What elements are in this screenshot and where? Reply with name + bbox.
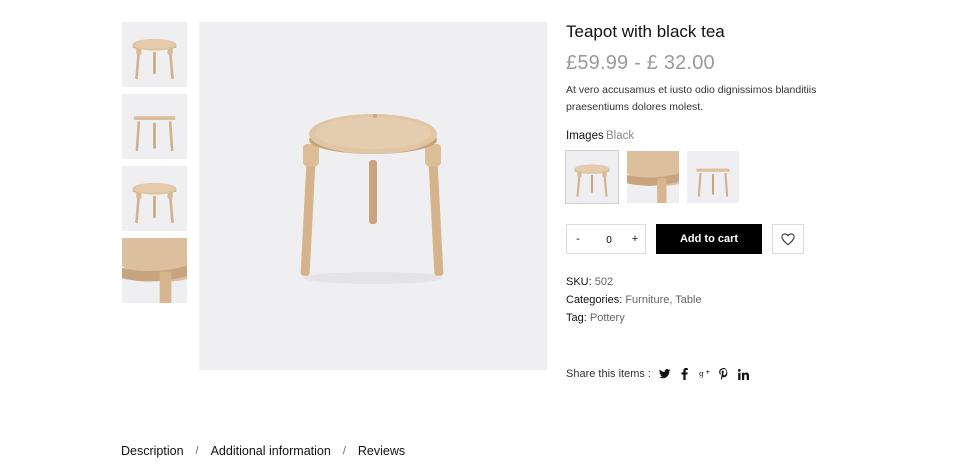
product-main-image[interactable]	[199, 22, 547, 370]
quantity-stepper: - +	[566, 224, 646, 254]
twitter-icon[interactable]	[657, 366, 673, 382]
image-swatch-3[interactable]	[687, 151, 739, 203]
product-price: £59.99 - £ 32.00	[566, 52, 715, 74]
thumbnail-1[interactable]	[122, 22, 187, 87]
tag-link-pottery[interactable]: Pottery	[590, 312, 625, 324]
product-title: Teapot with black tea	[566, 22, 725, 41]
image-swatch-2[interactable]	[627, 151, 679, 203]
heart-icon	[781, 232, 795, 245]
quantity-decrease-button[interactable]: -	[567, 225, 589, 253]
category-link-table[interactable]: Table	[675, 294, 701, 306]
facebook-icon[interactable]	[678, 366, 690, 382]
product-description: At vero accusamus et iusto odio dignissi…	[566, 84, 817, 113]
sku-value: 502	[594, 276, 614, 288]
categories-row: Categories: Furniture, Table	[566, 294, 702, 306]
stool-swatch-1	[566, 151, 618, 203]
svg-text:+: +	[705, 369, 710, 375]
sku-label: SKU:	[566, 276, 592, 288]
image-swatch-1[interactable]	[565, 150, 619, 204]
categories-label: Categories:	[566, 294, 623, 306]
option-label: Images	[566, 130, 604, 142]
thumbnail-4[interactable]	[122, 238, 187, 303]
thumbnail-3[interactable]	[122, 166, 187, 231]
tab-description[interactable]: Description	[121, 444, 184, 458]
tab-separator: /	[342, 445, 346, 457]
wishlist-button[interactable]	[772, 224, 804, 254]
tab-additional-information[interactable]: Additional information	[211, 444, 331, 458]
category-separator: ,	[669, 294, 673, 306]
quantity-increase-button[interactable]: +	[624, 225, 646, 253]
stool-swatch-3	[687, 151, 739, 203]
category-link-furniture[interactable]: Furniture	[625, 294, 669, 306]
google-plus-icon[interactable]: g +	[697, 366, 713, 382]
stool-side-icon	[122, 94, 187, 159]
tab-reviews[interactable]: Reviews	[358, 444, 405, 458]
linkedin-icon[interactable]	[736, 366, 750, 382]
stool-front-icon	[122, 22, 187, 87]
tag-label: Tag:	[566, 312, 587, 324]
pinterest-icon[interactable]	[717, 366, 729, 382]
quantity-input[interactable]	[591, 229, 627, 251]
option-selected-value: Black	[606, 130, 635, 142]
svg-text:g: g	[699, 369, 704, 378]
stool-swatch-2	[627, 151, 679, 203]
stool-seat-closeup-icon	[122, 238, 187, 303]
share-label: Share this items :	[566, 368, 651, 380]
stool-angle-icon	[122, 166, 187, 231]
add-to-cart-button[interactable]: Add to cart	[656, 224, 762, 254]
thumbnail-2[interactable]	[122, 94, 187, 159]
product-tabs: Description / Additional information / R…	[121, 444, 405, 458]
stool-main-image	[300, 114, 444, 284]
tab-separator: /	[195, 445, 199, 457]
tag-row: Tag: Pottery	[566, 312, 625, 324]
sku-row: SKU: 502	[566, 276, 613, 288]
